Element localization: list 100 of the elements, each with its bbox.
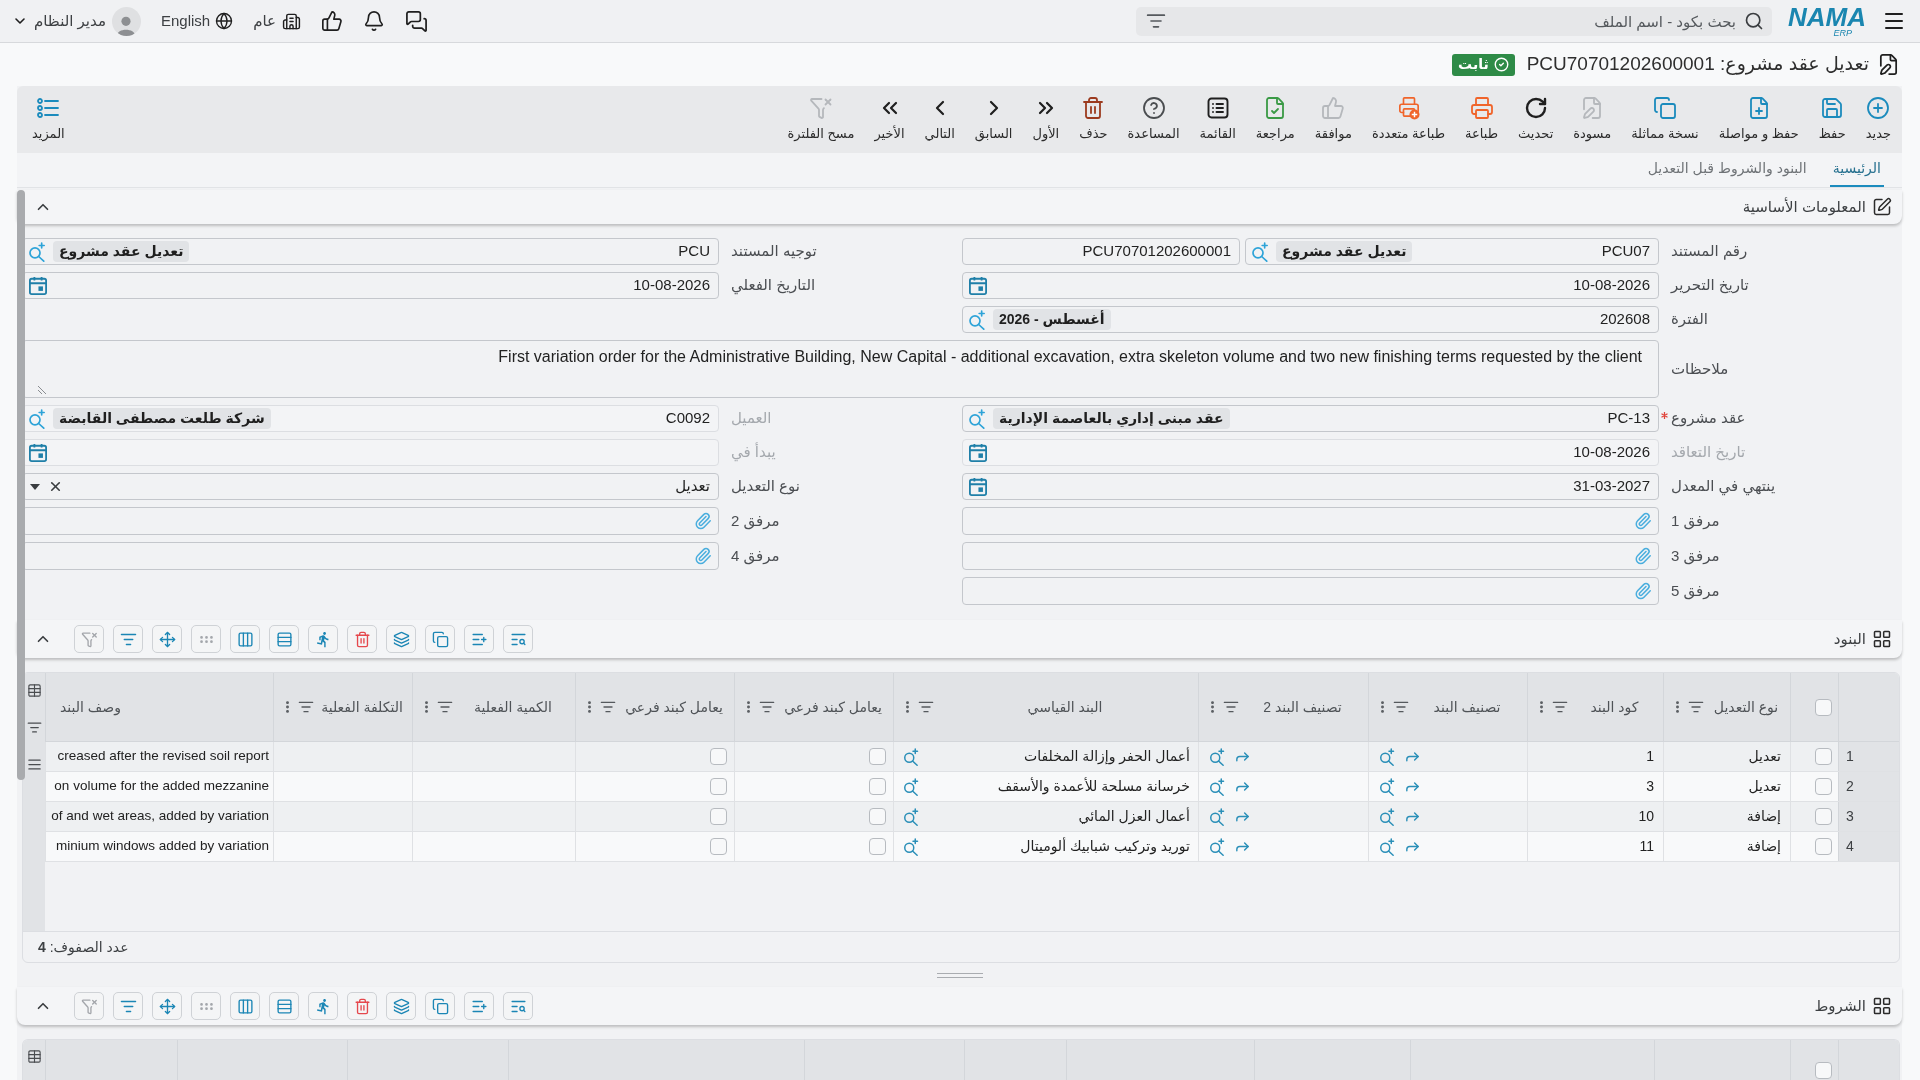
splitter-handle[interactable]	[936, 972, 983, 978]
checkbox[interactable]	[869, 808, 886, 825]
column-header[interactable]: تصنيف البند	[1433, 696, 1501, 718]
filter-icon[interactable]	[1552, 699, 1568, 715]
checkbox[interactable]	[869, 778, 886, 795]
bell-icon[interactable]	[362, 10, 385, 32]
column-header[interactable]: البند القياسي	[1027, 696, 1103, 718]
tab[interactable]: البنود والشروط قبل التعديل	[1644, 158, 1810, 187]
date-field[interactable]: 10-08-2026	[962, 272, 1659, 299]
rows-button[interactable]	[269, 992, 299, 1020]
delete-button[interactable]	[347, 992, 377, 1020]
column-header[interactable]: التكلفة الفعلية	[321, 696, 403, 718]
previous-button[interactable]: السابق	[967, 90, 1020, 149]
date-field[interactable]	[22, 439, 719, 466]
new-button[interactable]: جديد	[1858, 90, 1898, 149]
dropdown-field[interactable]: تعديل	[22, 473, 719, 500]
chat-icon[interactable]	[404, 9, 428, 33]
run-button[interactable]	[308, 992, 338, 1020]
search-plus-icon[interactable]	[968, 309, 987, 330]
calendar-icon[interactable]	[29, 443, 47, 462]
first-button[interactable]: الأول	[1025, 90, 1067, 149]
column-header[interactable]: تصنيف البند 2	[1263, 696, 1342, 718]
attachment-field[interactable]	[962, 507, 1659, 535]
date-field[interactable]: 10-08-2026	[22, 272, 719, 299]
calendar-icon[interactable]	[969, 276, 987, 295]
rows-button[interactable]	[269, 625, 299, 653]
search-plus-icon[interactable]	[1379, 777, 1396, 796]
notes-field[interactable]: First variation order for the Administrative Building, New Capital - additional excavation, extra skeleton volume and two new finishing terms requested by the client	[22, 340, 1659, 398]
save-button[interactable]: حفظ	[1811, 90, 1853, 149]
calendar-icon[interactable]	[29, 276, 47, 295]
resize-grip-icon[interactable]	[38, 386, 46, 394]
search-plus-icon[interactable]	[903, 837, 920, 856]
copy-button[interactable]	[425, 992, 455, 1020]
paperclip-icon[interactable]	[1634, 582, 1652, 600]
row-checkbox[interactable]	[1815, 838, 1832, 855]
dots-button[interactable]	[191, 992, 221, 1020]
move-button[interactable]	[152, 625, 182, 653]
duplicate-button[interactable]: نسخة مماثلة	[1624, 90, 1706, 149]
row-checkbox[interactable]	[1815, 778, 1832, 795]
table-icon[interactable]	[26, 1049, 42, 1064]
date-field[interactable]: 31-03-2027	[962, 473, 1659, 500]
dots-button[interactable]	[191, 625, 221, 653]
attachment-field[interactable]	[962, 542, 1659, 570]
multi-print-button[interactable]: طباعة متعددة	[1364, 90, 1453, 149]
user-menu-button[interactable]: مدير النظام	[12, 6, 141, 36]
filter-button[interactable]	[113, 992, 143, 1020]
search-plus-icon[interactable]	[1379, 747, 1396, 766]
columns-button[interactable]	[230, 625, 260, 653]
search-field[interactable]: بحث بكود - اسم الملف	[1136, 6, 1772, 36]
run-button[interactable]	[308, 625, 338, 653]
search-plus-icon[interactable]	[1251, 241, 1270, 262]
select-all-checkbox[interactable]	[1815, 1062, 1832, 1079]
filter-icon[interactable]	[26, 720, 42, 735]
paperclip-icon[interactable]	[694, 512, 712, 530]
search-plus-icon[interactable]	[903, 807, 920, 826]
search-plus-icon[interactable]	[28, 408, 47, 429]
filter-icon[interactable]	[298, 699, 314, 715]
filter-icon[interactable]	[437, 699, 453, 715]
filter-icon[interactable]	[1393, 699, 1409, 715]
checkbox[interactable]	[869, 838, 886, 855]
clear-filter-button[interactable]	[74, 625, 104, 653]
filter-icon[interactable]	[918, 699, 934, 715]
paperclip-icon[interactable]	[694, 547, 712, 565]
language-button[interactable]: English	[160, 9, 234, 33]
save-and-continue-button[interactable]: حفظ و مواصلة	[1711, 90, 1806, 149]
column-header[interactable]: نوع التعديل	[1713, 696, 1779, 718]
table-icon[interactable]	[26, 683, 42, 698]
columns-button[interactable]	[230, 992, 260, 1020]
search-plus-icon[interactable]	[1379, 837, 1396, 856]
clear-icon[interactable]	[48, 479, 63, 494]
search-plus-icon[interactable]	[1209, 837, 1226, 856]
column-header[interactable]: وصف البند	[60, 696, 121, 718]
filter-icon[interactable]	[1223, 699, 1239, 715]
filter-icon[interactable]	[1688, 699, 1704, 715]
review-button[interactable]: مراجعة	[1248, 90, 1302, 149]
thumbs-up-icon[interactable]	[320, 10, 343, 32]
serial-number-field[interactable]: PCU70701202600001	[962, 238, 1240, 265]
scrollbar-thumb[interactable]	[17, 190, 25, 780]
search-list-button[interactable]	[503, 625, 533, 653]
select-all-checkbox[interactable]	[1815, 698, 1832, 716]
checkbox[interactable]	[710, 838, 727, 855]
filter-button[interactable]	[113, 625, 143, 653]
search-plus-icon[interactable]	[1209, 807, 1226, 826]
caret-down-icon[interactable]	[30, 483, 40, 490]
attachment-field[interactable]	[22, 542, 719, 570]
search-plus-icon[interactable]	[903, 747, 920, 766]
help-button[interactable]: المساعدة	[1120, 90, 1187, 149]
layers-button[interactable]	[386, 625, 416, 653]
print-button[interactable]: طباعة	[1458, 90, 1506, 149]
checkbox[interactable]	[710, 808, 727, 825]
add-row-button[interactable]	[464, 625, 494, 653]
last-button[interactable]: الأخير	[867, 90, 912, 149]
checkbox[interactable]	[869, 748, 886, 765]
calendar-icon[interactable]	[969, 443, 987, 462]
checkbox[interactable]	[710, 748, 727, 765]
search-plus-icon[interactable]	[1379, 807, 1396, 826]
paperclip-icon[interactable]	[1634, 512, 1652, 530]
company-button[interactable]: عام	[253, 9, 301, 33]
delete-button[interactable]: حذف	[1072, 90, 1115, 149]
paperclip-icon[interactable]	[1634, 547, 1652, 565]
